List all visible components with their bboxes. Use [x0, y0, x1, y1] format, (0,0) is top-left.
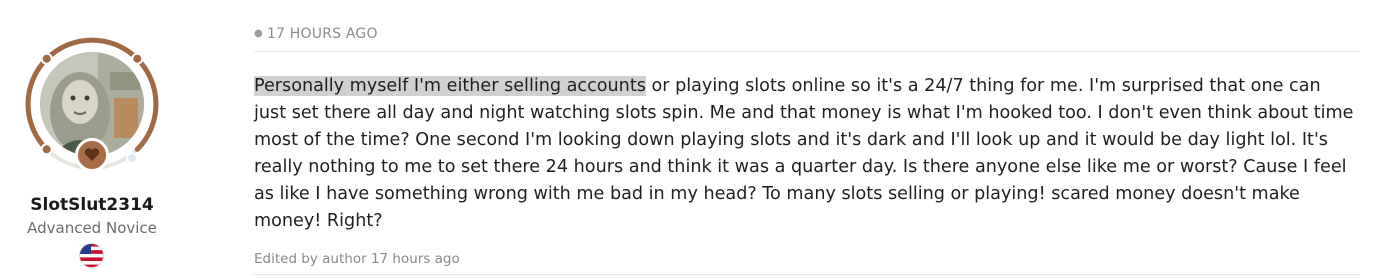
post-timestamp: ● 17 HOURS AGO: [254, 26, 378, 42]
rank-badge: [75, 138, 109, 172]
post-body: Personally myself I'm either selling acc…: [254, 73, 1358, 235]
post-body-text: or playing slots online so it's a 24/7 t…: [254, 76, 1354, 231]
user-rank: Advanced Novice: [27, 219, 157, 237]
divider: [254, 274, 1360, 275]
avatar[interactable]: [22, 34, 162, 174]
selected-text[interactable]: Personally myself I'm either selling acc…: [254, 76, 646, 96]
timestamp-text: 17 HOURS AGO: [266, 26, 378, 42]
post-author-panel: SlotSlut2314 Advanced Novice: [0, 0, 184, 278]
us-flag-icon: [79, 243, 104, 268]
divider: [254, 51, 1360, 52]
bullet-icon: ●: [254, 28, 263, 39]
post: ● 17 HOURS AGO Personally myself I'm eith…: [254, 0, 1360, 278]
username[interactable]: SlotSlut2314: [0, 195, 184, 215]
heart-icon: [84, 148, 100, 161]
edited-note: Edited by author 17 hours ago: [254, 251, 460, 267]
